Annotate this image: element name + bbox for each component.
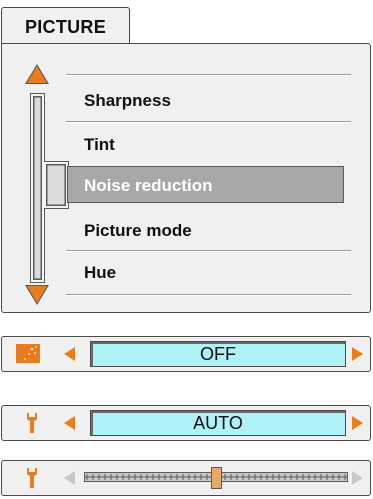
slider-thumb[interactable]: [210, 467, 222, 489]
previous-value-button[interactable]: [64, 416, 75, 430]
picture-tab[interactable]: PICTURE: [1, 7, 130, 44]
next-value-button[interactable]: [352, 416, 363, 430]
noise-reduction-value-field[interactable]: OFF: [90, 341, 346, 367]
noise-reduction-icon: [16, 344, 40, 363]
menu-item-noise-reduction[interactable]: Noise reduction: [67, 166, 344, 203]
menu-item-label: Hue: [84, 263, 117, 282]
selection-connector: [44, 161, 69, 209]
picture-tab-label: PICTURE: [24, 17, 107, 37]
decrease-button[interactable]: [64, 471, 75, 485]
picture-mode-control: AUTO: [1, 405, 371, 441]
menu-item-label: Noise reduction: [84, 176, 213, 195]
adjustment-slider-control: [1, 460, 371, 496]
scroll-rail: [30, 93, 45, 283]
menu-separator: [66, 121, 351, 123]
menu-item-label: Picture mode: [84, 221, 192, 240]
menu-separator: [66, 250, 351, 252]
menu-item-label: Sharpness: [84, 91, 171, 110]
previous-value-button[interactable]: [64, 347, 75, 361]
menu-item-label: Tint: [84, 135, 115, 154]
wrench-icon: [26, 468, 38, 488]
picture-mode-value-field[interactable]: AUTO: [90, 410, 346, 436]
increase-button[interactable]: [352, 471, 363, 485]
wrench-icon: [26, 413, 38, 433]
scroll-up-icon[interactable]: [27, 66, 47, 83]
menu-separator: [66, 294, 351, 296]
noise-reduction-control: OFF: [1, 336, 371, 372]
next-value-button[interactable]: [352, 347, 363, 361]
scroll-down-icon[interactable]: [27, 286, 47, 303]
menu-separator: [66, 74, 351, 76]
